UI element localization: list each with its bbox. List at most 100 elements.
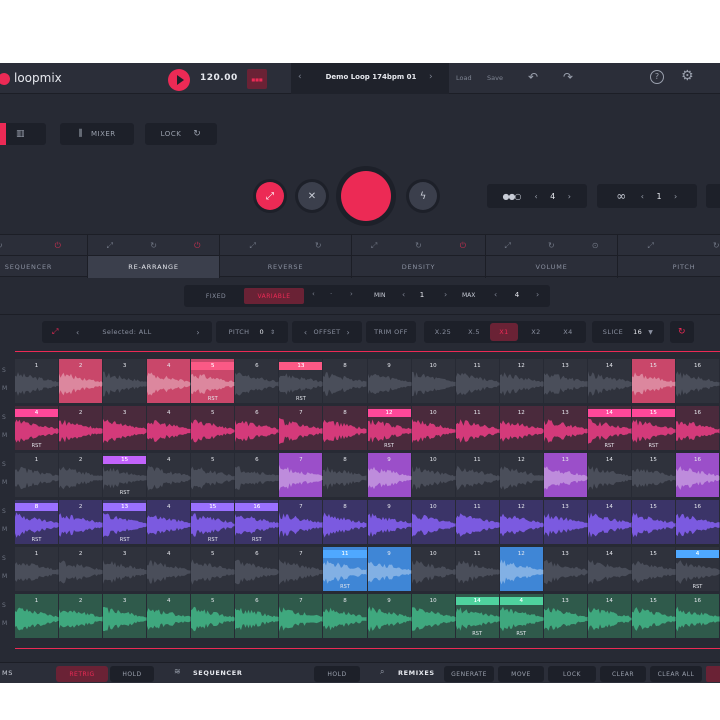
speed-x4[interactable]: X4 xyxy=(554,321,582,343)
help-icon[interactable]: ? xyxy=(650,70,664,84)
mute-button[interactable]: M xyxy=(2,620,7,627)
loop-prev-icon[interactable]: ‹ xyxy=(641,192,645,201)
slice-cell[interactable]: 16 xyxy=(675,359,720,403)
slice-cell[interactable]: 16 RST xyxy=(235,500,280,544)
slice-cell[interactable]: 12 xyxy=(499,359,544,403)
record-icon[interactable]: ⊙ xyxy=(592,241,599,250)
slice-cell[interactable]: 10 xyxy=(411,453,456,497)
slice-cell[interactable]: 5 xyxy=(191,594,236,638)
mixer-button[interactable]: ⫼ MIXER xyxy=(60,123,134,145)
clear-button[interactable]: CLEAR xyxy=(600,666,646,682)
slice-cell[interactable]: 3 xyxy=(103,594,148,638)
slice-cell[interactable]: 5 xyxy=(191,547,236,591)
speed-x025[interactable]: X.25 xyxy=(428,321,458,343)
slice-cell[interactable]: 8 xyxy=(323,500,368,544)
power-icon[interactable]: ⏻ xyxy=(194,241,200,251)
bolt-button[interactable]: ϟ xyxy=(409,182,437,210)
reset-icon[interactable]: ↻ xyxy=(670,321,694,343)
slice-cell[interactable]: 15 xyxy=(631,594,676,638)
slice-cell[interactable]: 2 xyxy=(59,547,104,591)
hold-button[interactable]: HOLD xyxy=(110,666,154,682)
slice-cell[interactable]: 13 RST xyxy=(103,500,148,544)
save-button[interactable]: Save xyxy=(487,74,503,82)
pitch-control[interactable]: PITCH 0 ⇕ xyxy=(216,321,288,343)
slice-cell[interactable]: 2 xyxy=(59,359,104,403)
link-icon[interactable]: ⤢ xyxy=(249,241,255,251)
slice-cell[interactable]: 14 xyxy=(587,594,632,638)
variable-button[interactable]: VARIABLE xyxy=(244,288,304,304)
slice-cell[interactable]: 7 xyxy=(279,500,324,544)
side-control[interactable] xyxy=(706,184,720,208)
slice-cell[interactable]: 3 xyxy=(103,359,148,403)
max-value[interactable]: 4 xyxy=(492,291,542,299)
loop-count-control[interactable]: ∞ ‹ 1 › xyxy=(597,184,697,208)
slice-cell[interactable]: 6 xyxy=(235,359,280,403)
slice-cell[interactable]: 11 xyxy=(455,500,500,544)
slice-cell[interactable]: 7 xyxy=(279,594,324,638)
slice-cell[interactable]: 5 xyxy=(191,453,236,497)
undo-icon[interactable]: ↶ xyxy=(528,70,538,84)
slice-cell[interactable]: 8 RST xyxy=(15,500,60,544)
slice-cell[interactable]: 9 xyxy=(367,594,412,638)
slice-cell[interactable]: 7 xyxy=(279,453,324,497)
slice-cell[interactable]: 4 RST xyxy=(499,594,544,638)
slice-cell[interactable]: 6 xyxy=(235,547,280,591)
offset-next-icon[interactable]: › xyxy=(347,328,351,337)
link-icon[interactable]: ⤢ xyxy=(371,241,377,251)
slice-cell[interactable]: 3 xyxy=(103,406,148,450)
gear-icon[interactable]: ⚙ xyxy=(681,68,694,84)
slice-cell[interactable]: 11 xyxy=(455,406,500,450)
mute-button[interactable]: M xyxy=(2,526,7,533)
var-next-icon[interactable]: › xyxy=(350,290,353,298)
slice-cell[interactable]: 6 xyxy=(235,594,280,638)
selector-prev-icon[interactable]: ‹ xyxy=(76,328,80,337)
power-icon[interactable]: ⏻ xyxy=(55,241,61,251)
keyboard-toggle-button[interactable]: ▥ xyxy=(0,123,46,145)
slice-cell[interactable]: 9 xyxy=(367,359,412,403)
extra-button[interactable] xyxy=(706,666,720,682)
slice-count-control[interactable]: SLICE 16 ▼ xyxy=(592,321,664,343)
play-button[interactable] xyxy=(168,69,190,91)
slice-cell[interactable]: 4 xyxy=(147,594,192,638)
tab-volume[interactable]: VOLUME xyxy=(486,256,618,278)
slice-cell[interactable]: 16 xyxy=(675,453,720,497)
slice-cell[interactable]: 8 xyxy=(323,453,368,497)
move-button[interactable]: MOVE xyxy=(498,666,544,682)
link-icon[interactable]: ⤢ xyxy=(647,241,653,251)
slice-cell[interactable]: 13 xyxy=(543,547,588,591)
min-value[interactable]: 1 xyxy=(398,291,446,299)
slice-cell[interactable]: 4 xyxy=(147,453,192,497)
slice-cell[interactable]: 14 xyxy=(587,500,632,544)
clear-all-button[interactable]: CLEAR ALL xyxy=(650,666,702,682)
preset-name[interactable]: Demo Loop 174bpm 01 xyxy=(312,73,430,81)
slice-cell[interactable]: 13 RST xyxy=(279,359,324,403)
solo-button[interactable]: S xyxy=(2,555,6,562)
slice-cell[interactable]: 9 xyxy=(367,453,412,497)
slice-cell[interactable]: 14 xyxy=(587,359,632,403)
mute-button[interactable]: M xyxy=(2,385,7,392)
slice-cell[interactable]: 8 xyxy=(323,359,368,403)
slice-cell[interactable]: 4 RST xyxy=(675,547,720,591)
slice-cell[interactable]: 13 xyxy=(543,406,588,450)
preset-next-chevron-icon[interactable]: › xyxy=(429,72,433,82)
refresh-icon[interactable]: ↻ xyxy=(415,241,422,250)
slice-cell[interactable]: 16 xyxy=(675,500,720,544)
slice-cell[interactable]: 13 xyxy=(543,594,588,638)
redo-icon[interactable]: ↷ xyxy=(563,70,573,84)
slice-cell[interactable]: 11 xyxy=(455,359,500,403)
fixed-button[interactable]: FIXED xyxy=(196,288,236,304)
slice-cell[interactable]: 2 xyxy=(59,500,104,544)
slice-cell[interactable]: 5 xyxy=(191,406,236,450)
selector-next-icon[interactable]: › xyxy=(196,328,200,337)
slice-cell[interactable]: 4 xyxy=(147,359,192,403)
shuffle-button[interactable]: ✕ xyxy=(298,182,326,210)
slice-cell[interactable]: 16 xyxy=(675,406,720,450)
slice-cell[interactable]: 9 xyxy=(367,500,412,544)
speed-x05[interactable]: X.5 xyxy=(460,321,488,343)
slice-cell[interactable]: 2 xyxy=(59,453,104,497)
slice-cell[interactable]: 8 xyxy=(323,406,368,450)
preset-prev-chevron-icon[interactable]: ‹ xyxy=(298,72,302,82)
trim-button[interactable]: TRIM OFF xyxy=(366,321,416,343)
tab-sequencer[interactable]: SEQUENCER xyxy=(0,256,88,278)
dots-next-icon[interactable]: › xyxy=(568,192,572,201)
